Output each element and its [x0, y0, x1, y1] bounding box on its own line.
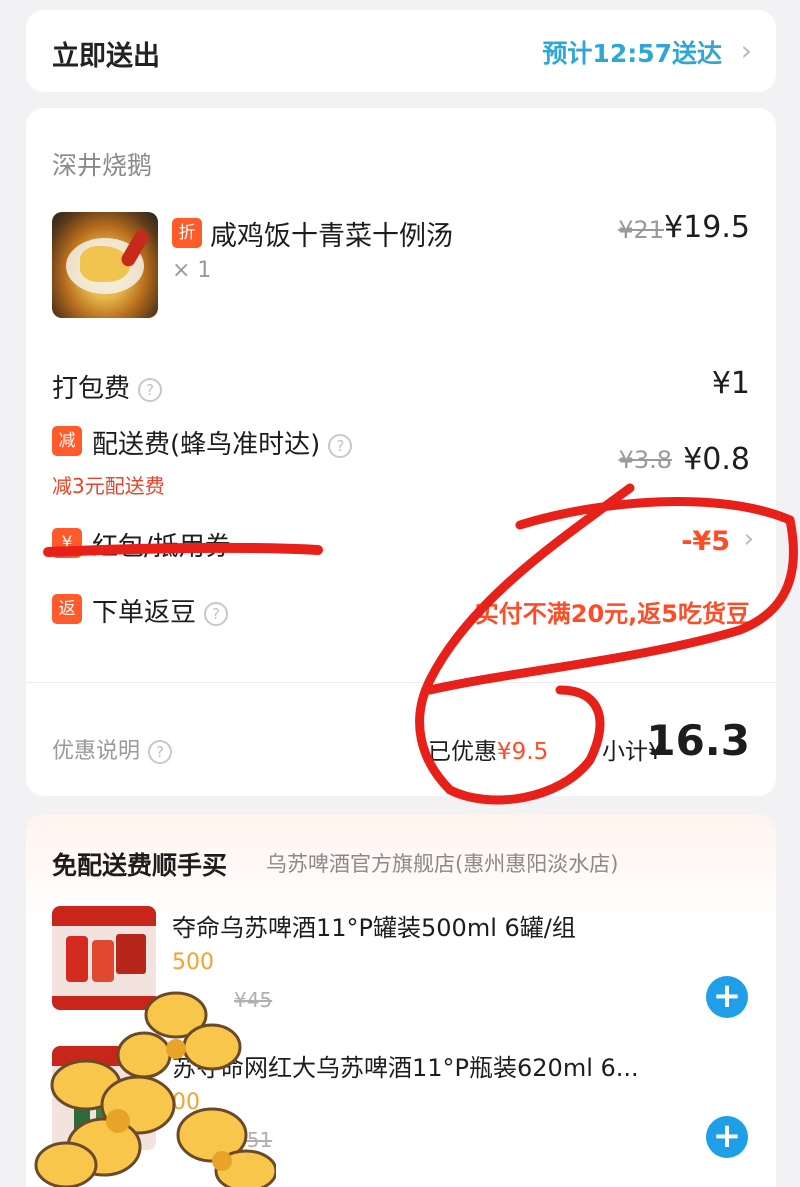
product-name[interactable]: 夺命乌苏啤酒11°P罐装500ml 6罐/组: [172, 908, 576, 943]
packing-fee-text: 打包费: [52, 374, 131, 404]
item-quantity: × 1: [172, 258, 212, 283]
add-to-cart-button[interactable]: +: [706, 1116, 748, 1158]
addon-shop-name[interactable]: 乌苏啤酒官方旗舰店(惠州惠阳淡水店): [266, 848, 618, 878]
shop-name[interactable]: 深井烧鹅: [52, 146, 152, 182]
food-thumbnail: [52, 212, 158, 318]
order-card: 深井烧鹅 折 咸鸡饭十青菜十例汤 × 1 ¥21 ¥19.5 打包费? ¥1 减…: [26, 108, 776, 796]
saved-label: 已优惠: [428, 739, 497, 765]
product-name[interactable]: 苏夺命网红大乌苏啤酒11°P瓶装620ml 6...: [172, 1048, 639, 1083]
coupon-value[interactable]: -¥5: [681, 526, 730, 557]
help-icon[interactable]: ?: [148, 740, 173, 764]
promo-explanation[interactable]: 优惠说明?: [52, 733, 173, 765]
subtotal-value: 16.3: [646, 716, 750, 765]
packing-fee-price: ¥1: [711, 366, 750, 401]
addon-card: 免配送费顺手买 乌苏啤酒官方旗舰店(惠州惠阳淡水店) 夺命乌苏啤酒11°P罐装5…: [26, 814, 776, 1187]
saved-amount: 已优惠¥9.5: [428, 732, 548, 766]
bean-reward-value: 实付不满20元,返5吃货豆: [474, 600, 750, 628]
help-icon[interactable]: ?: [204, 601, 229, 626]
delivery-fee-original: ¥3.8: [618, 446, 672, 474]
product-price: 500: [172, 950, 214, 975]
help-icon[interactable]: ?: [138, 377, 163, 402]
divider: [26, 682, 776, 683]
bean-reward-text: 下单返豆: [92, 598, 197, 628]
saved-value: ¥9.5: [497, 739, 549, 765]
delivery-fee-text: 配送费(蜂鸟准时达): [92, 430, 321, 460]
bean-reward-label: 下单返豆?: [92, 592, 229, 629]
addon-title: 免配送费顺手买: [52, 851, 228, 880]
chevron-right-icon[interactable]: ›: [744, 524, 754, 554]
product-price: 00: [172, 1090, 200, 1115]
chevron-right-icon[interactable]: ›: [741, 34, 752, 67]
delivery-eta[interactable]: 预计12:57送达: [542, 34, 722, 70]
delivery-fee-price: ¥0.8: [683, 442, 750, 477]
return-tag: 返: [52, 594, 82, 624]
product-original-price: ¥45: [234, 988, 273, 1012]
add-to-cart-button[interactable]: +: [706, 976, 748, 1018]
promo-explanation-text: 优惠说明: [52, 739, 141, 764]
delivery-mode: 立即送出: [52, 41, 160, 72]
item-price: ¥19.5: [664, 210, 750, 245]
delivery-fee-discount-note: 减3元配送费: [52, 474, 165, 498]
delivery-fee-label: 配送费(蜂鸟准时达)?: [92, 424, 353, 461]
product-image[interactable]: [52, 1046, 156, 1150]
discount-tag: 折: [172, 218, 202, 248]
coupon-label[interactable]: 红包/抵用券: [92, 526, 231, 563]
reduce-tag: 减: [52, 426, 82, 456]
help-icon[interactable]: ?: [328, 433, 353, 458]
item-name: 咸鸡饭十青菜十例汤: [210, 221, 453, 252]
product-image[interactable]: [52, 906, 156, 1010]
item-original-price: ¥21: [618, 216, 664, 244]
yen-tag: ¥: [52, 528, 82, 558]
product-original-price: ¥51: [234, 1128, 273, 1152]
packing-fee-label: 打包费?: [52, 368, 163, 405]
delivery-time-card[interactable]: 立即送出 预计12:57送达 ›: [26, 10, 776, 92]
